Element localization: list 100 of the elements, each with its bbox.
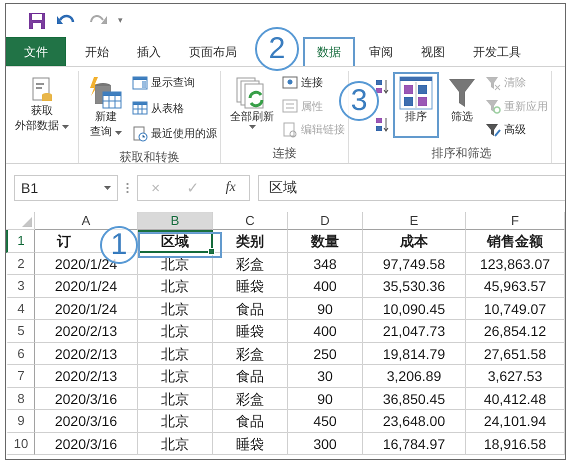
group-label: 排序和筛选: [430, 145, 493, 162]
filter-pencil-icon: [485, 122, 502, 138]
row-header[interactable]: 5: [6, 320, 35, 342]
row-header[interactable]: 6: [6, 342, 35, 365]
table-cell: 食品: [213, 410, 288, 432]
table-cell: 2020/1/24: [35, 298, 138, 320]
step-callout: 3: [339, 81, 380, 121]
ribbon-button[interactable]: 最近使用的源: [132, 123, 218, 144]
table-cell: 北京: [138, 320, 213, 342]
column-header[interactable]: F: [466, 212, 565, 230]
customize-toolbar-button[interactable]: ▾: [118, 16, 123, 25]
ribbon-button[interactable]: 排序: [393, 72, 440, 138]
table-cell: 北京: [138, 388, 213, 410]
sort-ascending-icon: [375, 79, 392, 95]
table-cell: 27,651.58: [466, 342, 565, 365]
table-cell: 北京: [138, 432, 213, 455]
ribbon-button[interactable]: 获取 外部数据: [9, 72, 76, 138]
column-header[interactable]: A: [35, 212, 138, 230]
table-cell: 90: [288, 388, 363, 410]
table-cell: 45,963.57: [466, 275, 565, 298]
ribbon-button[interactable]: 筛选: [441, 72, 484, 129]
table-cell: 400: [288, 320, 363, 342]
filter-clear-icon: [485, 74, 502, 90]
document-icon: [30, 76, 54, 104]
name-box[interactable]: B1: [14, 175, 118, 201]
file-tab[interactable]: 文件: [6, 37, 66, 66]
table-cell: 2020/3/16: [35, 432, 138, 455]
row-header[interactable]: 7: [6, 365, 35, 388]
properties-icon: [282, 98, 298, 114]
table-cell: 30: [288, 365, 363, 388]
step-callout: 2: [255, 27, 299, 71]
row-header[interactable]: 9: [6, 410, 35, 432]
table-cell: 300: [288, 432, 363, 455]
formula-field[interactable]: 区域: [258, 175, 565, 201]
fill-handle[interactable]: [208, 248, 215, 254]
table-cell: 36,850.45: [363, 388, 466, 410]
table-cell: 40,412.48: [466, 388, 565, 410]
table-cell: 90: [288, 298, 363, 320]
table-cell: 16,784.97: [363, 432, 466, 455]
table-cell: 彩盒: [213, 388, 288, 410]
table-cell: 23,648.00: [363, 410, 466, 432]
connection-icon: [282, 74, 298, 90]
filter-refresh-icon: [485, 98, 502, 114]
table-cell: 彩盒: [213, 342, 288, 365]
corner-triangle-icon: [22, 217, 32, 227]
table-cell: 3,206.89: [363, 365, 466, 388]
row-header[interactable]: 8: [6, 388, 35, 410]
table-cell: 2020/1/24: [35, 275, 138, 298]
table-cell: 北京: [138, 298, 213, 320]
group-label: 获取和转换: [118, 149, 181, 166]
table-icon: [132, 100, 148, 116]
ribbon-button[interactable]: 从表格: [132, 98, 184, 118]
table-cell: 数量: [288, 230, 363, 252]
table-cell: 348: [288, 252, 363, 275]
ribbon-button[interactable]: 显示查询: [132, 72, 196, 93]
table-cell: 35,530.36: [363, 275, 466, 298]
table-cell: 2020/3/16: [35, 388, 138, 410]
row-header[interactable]: 1: [6, 230, 35, 252]
table-cell: 97,749.58: [363, 252, 466, 275]
table-cell: 21,047.73: [363, 320, 466, 342]
table-cell: 食品: [213, 365, 288, 388]
document-clock-icon: [132, 126, 148, 142]
table-cell: 成本: [363, 230, 466, 252]
table-cell: 2020/3/16: [35, 410, 138, 432]
table-cell: 10,090.45: [363, 298, 466, 320]
save-icon[interactable]: [28, 12, 46, 30]
column-header[interactable]: D: [288, 212, 363, 230]
row-header[interactable]: 2: [6, 252, 35, 275]
column-header[interactable]: C: [213, 212, 288, 230]
table-cell: 睡袋: [213, 432, 288, 455]
column-header[interactable]: E: [363, 212, 466, 230]
table-cell: 销售金额: [466, 230, 565, 252]
document-link-icon: [282, 122, 298, 138]
table-cell: 北京: [138, 342, 213, 365]
table-cell: 2020/2/13: [35, 320, 138, 342]
table-cell: 18,916.58: [466, 432, 565, 455]
ribbon-button[interactable]: 高级: [485, 119, 526, 140]
table-cell: 北京: [138, 410, 213, 432]
formula-button[interactable]: fx: [226, 180, 236, 196]
column-header[interactable]: B: [138, 212, 213, 230]
table-cell: 类别: [213, 230, 288, 252]
table-cell: 400: [288, 275, 363, 298]
table-cell: 26,854.12: [466, 320, 565, 342]
table-cell: 123,863.07: [466, 252, 565, 275]
ribbon-button[interactable]: 连接: [282, 72, 324, 93]
table-cell: 2020/2/13: [35, 342, 138, 365]
table-cell: 北京: [138, 365, 213, 388]
row-header[interactable]: 10: [6, 432, 35, 455]
table-cell: 250: [288, 342, 363, 365]
table-cell: 睡袋: [213, 275, 288, 298]
table-cell: 北京: [138, 275, 213, 298]
table-cell: 彩盒: [213, 252, 288, 275]
ribbon-button[interactable]: 新建 查询: [82, 72, 130, 144]
database-table-icon: [88, 76, 124, 110]
ribbon-tab[interactable]: 数据: [303, 37, 355, 66]
table-cell: 10,749.07: [466, 298, 565, 320]
row-header[interactable]: 4: [6, 298, 35, 320]
table-cell: 24,101.94: [466, 410, 565, 432]
row-header[interactable]: 3: [6, 275, 35, 298]
ribbon-button[interactable]: 全部刷新: [224, 72, 280, 133]
